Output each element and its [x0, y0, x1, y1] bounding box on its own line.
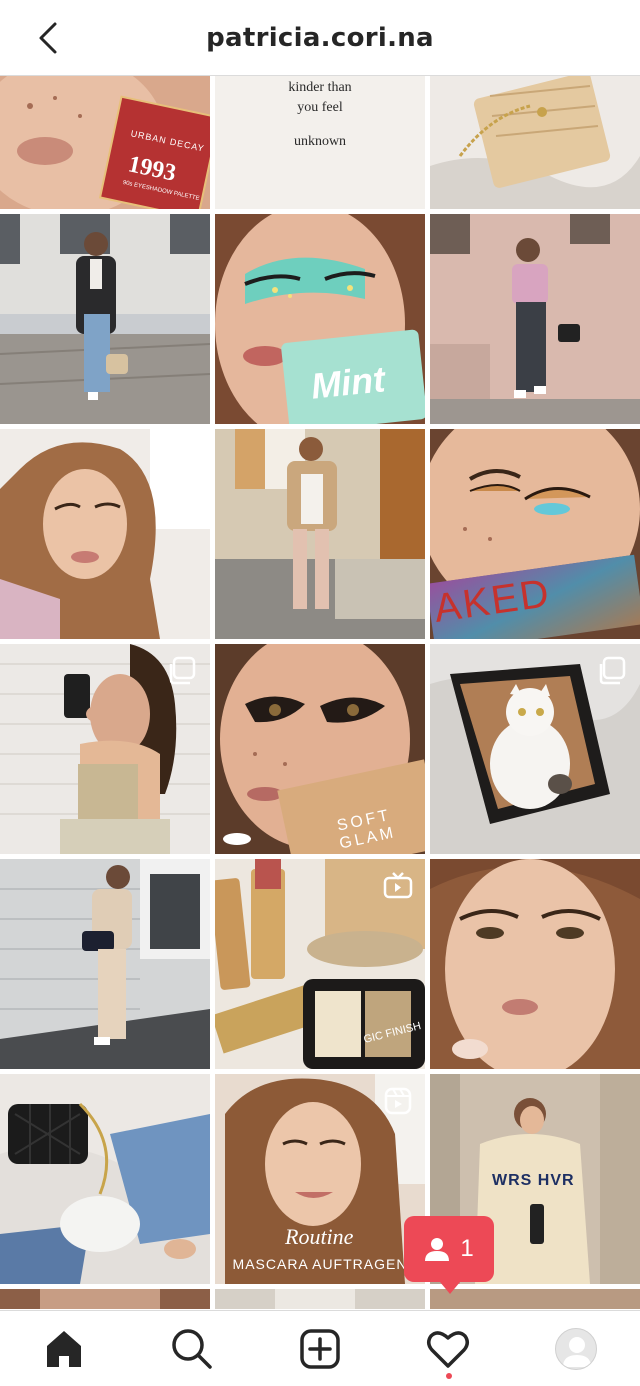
back-button[interactable] [28, 18, 68, 58]
post-tile[interactable] [430, 644, 640, 854]
post-tile[interactable] [0, 429, 210, 639]
nav-search[interactable] [160, 1317, 224, 1381]
post-tile[interactable]: AKED [430, 429, 640, 639]
post-tile[interactable] [0, 644, 210, 854]
instagram-profile-feed: patricia.cori.na URBAN DECAY 1993 90s EY… [0, 0, 640, 1386]
post-tile[interactable] [430, 76, 640, 209]
person-icon [425, 1238, 450, 1261]
reel-subtitle: MASCARA AUFTRAGEN [232, 1256, 408, 1272]
hoodie-text: WRS HVR [492, 1172, 575, 1189]
search-icon [172, 1328, 212, 1369]
post-tile[interactable] [430, 214, 640, 424]
mint-card-text: Mint [309, 358, 387, 407]
quote-line-1: kinder than [288, 80, 352, 95]
notification-count: 1 [460, 1235, 474, 1262]
post-tile[interactable]: URBAN DECAY 1993 90s EYESHADOW PALETTE [0, 76, 210, 209]
quote-author: unknown [293, 134, 347, 149]
home-icon [47, 1330, 81, 1367]
activity-heart-icon [427, 1330, 469, 1368]
post-tile[interactable]: SOFT GLAM [215, 644, 425, 854]
activity-indicator-dot [446, 1372, 452, 1379]
nav-activity[interactable] [416, 1317, 480, 1381]
post-tile[interactable]: Routine MASCARA AUFTRAGEN [215, 1074, 425, 1284]
new-post-icon [300, 1328, 340, 1369]
post-tile[interactable] [215, 429, 425, 639]
post-tile[interactable] [430, 859, 640, 1069]
bottom-navigation [0, 1310, 640, 1386]
post-tile[interactable]: GIC FINISH [215, 859, 425, 1069]
carousel-icon [169, 656, 196, 685]
profile-username-title: patricia.cori.na [206, 22, 434, 53]
carousel-icon [599, 656, 626, 685]
post-tile[interactable] [0, 1289, 210, 1309]
quote-line-2: you feel [297, 100, 343, 115]
chevron-left-icon [39, 22, 57, 54]
top-bar: patricia.cori.na [0, 0, 640, 76]
reel-title: Routine [285, 1224, 354, 1249]
reel-icon [384, 1087, 412, 1115]
post-tile-quote[interactable]: kinder than you feel unknown [215, 76, 425, 209]
nav-new-post[interactable] [288, 1317, 352, 1381]
post-tile[interactable] [0, 859, 210, 1069]
post-tile[interactable]: Mint [215, 214, 425, 424]
profile-avatar [555, 1327, 597, 1370]
post-tile[interactable] [215, 1289, 425, 1309]
post-tile[interactable] [0, 1074, 210, 1284]
nav-home[interactable] [32, 1317, 96, 1381]
post-tile[interactable] [430, 1289, 640, 1309]
igtv-icon [383, 872, 413, 899]
post-tile[interactable] [0, 214, 210, 424]
nav-profile[interactable] [544, 1317, 608, 1381]
follower-notification-bubble[interactable]: 1 [404, 1216, 494, 1294]
